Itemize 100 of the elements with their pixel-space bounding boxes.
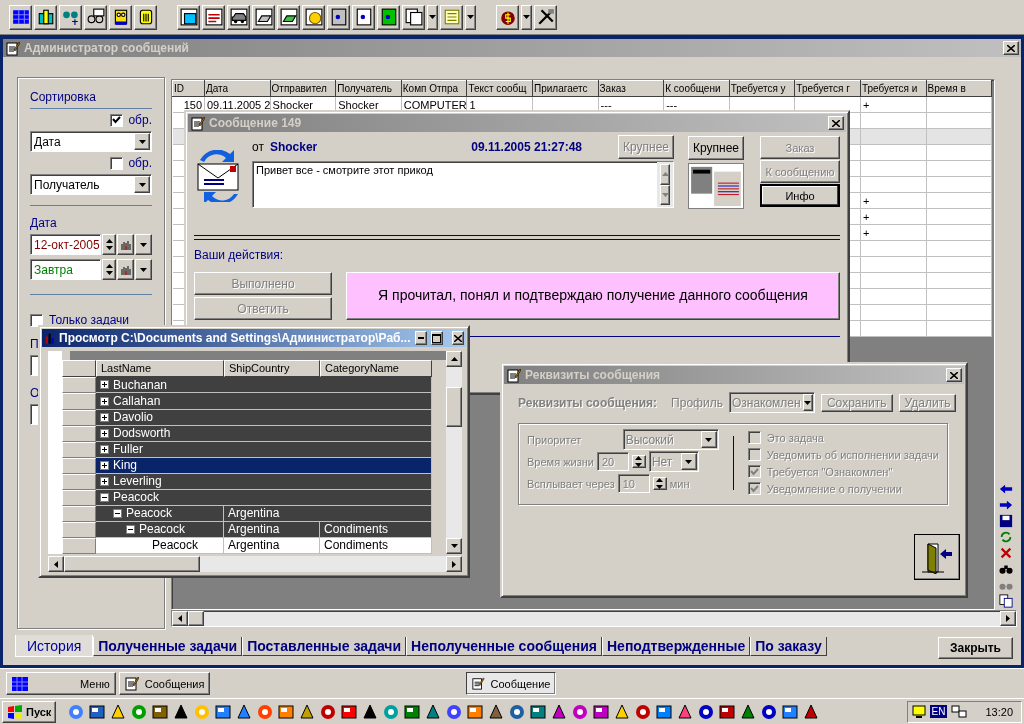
tab[interactable]: Неполученные сообщения xyxy=(406,637,602,656)
app-icon[interactable] xyxy=(110,703,127,720)
app-icon[interactable] xyxy=(404,703,421,720)
toolbar-button[interactable] xyxy=(402,4,425,30)
toolbar-button[interactable] xyxy=(134,4,157,30)
toolbar-button[interactable] xyxy=(109,4,132,30)
collapse-icon[interactable] xyxy=(100,492,109,502)
dropdown-button[interactable] xyxy=(521,4,532,30)
dropdown-button[interactable] xyxy=(135,234,152,255)
expand-icon[interactable] xyxy=(100,396,109,406)
app-icon[interactable] xyxy=(635,703,652,720)
dropdown-button[interactable] xyxy=(465,4,476,30)
tab[interactable]: Неподтвержденные xyxy=(602,637,751,656)
column-header[interactable]: Получатель xyxy=(335,80,402,97)
app-icon[interactable] xyxy=(509,703,526,720)
toolbar-button[interactable] xyxy=(352,4,375,30)
app-icon[interactable] xyxy=(782,703,799,720)
window-button[interactable]: Меню xyxy=(6,672,116,695)
left-arrow-icon[interactable] xyxy=(999,482,1013,496)
app-icon[interactable] xyxy=(551,703,568,720)
checkbox[interactable] xyxy=(110,156,124,170)
toolbar-button[interactable] xyxy=(252,4,275,30)
start-button[interactable]: Пуск xyxy=(2,700,57,723)
right-arrow-icon[interactable] xyxy=(999,498,1013,512)
close-button[interactable] xyxy=(452,331,465,345)
expand-icon[interactable] xyxy=(100,444,109,454)
toolbar-button[interactable] xyxy=(277,4,300,30)
expand-icon[interactable] xyxy=(100,476,109,486)
spin-button[interactable] xyxy=(652,477,667,490)
toolbar-button[interactable] xyxy=(377,4,400,30)
tab[interactable]: Поставленные задачи xyxy=(242,637,407,656)
app-icon[interactable] xyxy=(656,703,673,720)
toolbar-button[interactable] xyxy=(327,4,350,30)
expand-icon[interactable] xyxy=(100,428,109,438)
scroll-thumb[interactable] xyxy=(446,387,462,427)
vertical-scrollbar[interactable] xyxy=(446,351,462,554)
minimize-button[interactable] xyxy=(414,331,427,345)
app-icon[interactable] xyxy=(215,703,232,720)
calendar-button[interactable] xyxy=(117,234,134,255)
close-button[interactable] xyxy=(828,116,844,130)
column-header[interactable]: Прилагаетс xyxy=(532,80,599,97)
toolbar-button[interactable] xyxy=(177,4,200,30)
column-header[interactable]: Отправител xyxy=(270,80,336,97)
column-header[interactable]: LastName xyxy=(96,360,224,378)
toolbar-button[interactable] xyxy=(34,4,57,30)
collapse-icon[interactable] xyxy=(113,508,122,518)
horizontal-scrollbar[interactable] xyxy=(171,610,1017,627)
window-button[interactable]: Сообщение xyxy=(466,672,557,695)
toolbar-button[interactable] xyxy=(9,4,32,30)
app-icon[interactable] xyxy=(488,703,505,720)
collapse-icon[interactable] xyxy=(126,524,135,534)
spin-button[interactable] xyxy=(102,234,116,255)
column-header[interactable]: К сообщени xyxy=(663,80,730,97)
column-header[interactable]: CategoryName xyxy=(320,360,432,378)
checkbox[interactable] xyxy=(110,113,124,127)
confirm-button[interactable]: Я прочитал, понял и подтверждаю получение данного сообщения xyxy=(346,272,840,320)
close-button[interactable]: Закрыть xyxy=(937,637,1013,659)
app-icon[interactable] xyxy=(341,703,358,720)
toolbar-button[interactable] xyxy=(202,4,225,30)
tree-row[interactable]: Callahan xyxy=(96,393,432,410)
button[interactable]: Инфо xyxy=(760,184,840,207)
app-icon[interactable] xyxy=(362,703,379,720)
tab[interactable]: Полученные задачи xyxy=(93,637,243,656)
toolbar-button[interactable] xyxy=(302,4,325,30)
dropdown-field[interactable]: Дата xyxy=(30,131,152,152)
app-icon[interactable] xyxy=(152,703,169,720)
app-icon[interactable] xyxy=(614,703,631,720)
app-icon[interactable] xyxy=(425,703,442,720)
column-header[interactable]: Время в xyxy=(926,80,992,97)
toolbar-button[interactable] xyxy=(534,4,557,30)
column-header[interactable]: Требуется г xyxy=(794,80,861,97)
toolbar-button[interactable] xyxy=(440,4,463,30)
app-icon[interactable] xyxy=(236,703,253,720)
dropdown-button[interactable] xyxy=(135,259,152,280)
scroll-thumb[interactable] xyxy=(188,611,204,626)
app-icon[interactable] xyxy=(593,703,610,720)
copy-icon[interactable] xyxy=(999,594,1013,608)
expand-icon[interactable] xyxy=(100,460,109,470)
app-icon[interactable] xyxy=(173,703,190,720)
app-icon[interactable] xyxy=(530,703,547,720)
column-header[interactable]: Дата xyxy=(204,80,271,97)
column-header[interactable]: Заказ xyxy=(598,80,664,97)
tab[interactable]: История xyxy=(15,635,94,657)
dropdown-button[interactable] xyxy=(427,4,438,30)
app-icon[interactable] xyxy=(278,703,295,720)
app-icon[interactable] xyxy=(719,703,736,720)
app-icon[interactable] xyxy=(698,703,715,720)
toolbar-button[interactable] xyxy=(59,4,82,30)
column-header[interactable]: ShipCountry xyxy=(224,360,320,378)
close-button[interactable] xyxy=(1003,41,1019,55)
app-icon[interactable] xyxy=(803,703,820,720)
tab[interactable]: По заказу xyxy=(750,637,827,656)
column-header[interactable]: ID xyxy=(172,80,205,97)
app-icon[interactable] xyxy=(320,703,337,720)
column-header[interactable]: Текст сообщ xyxy=(466,80,533,97)
date-field[interactable]: 12-окт-2005 xyxy=(30,234,101,255)
expand-icon[interactable] xyxy=(100,380,109,390)
calendar-button[interactable] xyxy=(117,259,134,280)
cross-icon[interactable] xyxy=(999,546,1013,560)
expand-icon[interactable] xyxy=(100,412,109,422)
